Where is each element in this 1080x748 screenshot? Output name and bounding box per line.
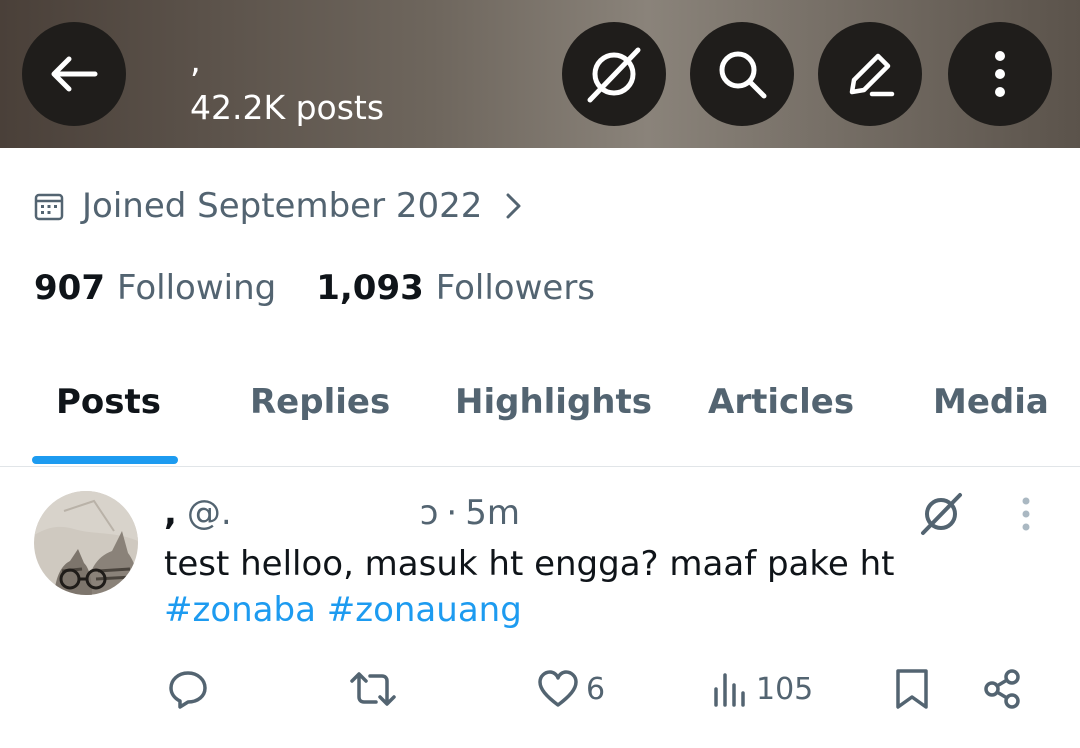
cat-avatar-image <box>34 491 138 595</box>
back-arrow-icon <box>51 56 98 92</box>
avatar[interactable] <box>34 491 138 595</box>
edit-button[interactable] <box>818 22 922 126</box>
post-grok-button[interactable] <box>916 489 966 543</box>
redacted-handle <box>235 496 416 530</box>
post-actions: 6 105 <box>0 663 1080 715</box>
search-icon <box>719 51 767 99</box>
grok-button[interactable] <box>562 22 666 126</box>
tab-replies[interactable]: Replies <box>250 382 390 422</box>
like-count: 6 <box>586 671 606 707</box>
chevron-right-icon <box>506 193 521 219</box>
post-more-button[interactable] <box>1016 495 1036 539</box>
more-options-button[interactable] <box>948 22 1052 126</box>
post-author-name[interactable]: , <box>164 493 177 533</box>
more-vertical-icon <box>995 51 1005 97</box>
reply-button[interactable] <box>166 663 210 715</box>
post-handle-suffix: ɔ <box>419 493 439 533</box>
post-item[interactable]: , @. ɔ · 5m test helloo, masuk ht engga?… <box>0 467 1080 748</box>
more-vertical-icon <box>1022 497 1030 531</box>
post-handle-prefix: @. <box>186 493 232 533</box>
grok-icon <box>921 493 962 535</box>
calendar-icon <box>34 193 64 221</box>
reply-icon <box>169 671 207 709</box>
pencil-icon <box>849 53 895 97</box>
tab-highlights[interactable]: Highlights <box>455 382 652 422</box>
posts-count: 42.2K posts <box>190 88 385 127</box>
repost-button[interactable] <box>348 663 398 715</box>
profile-tabs: Posts Replies Highlights Articles Media <box>0 370 1080 467</box>
following-link[interactable]: 907 Following <box>34 268 276 308</box>
post-text: test helloo, masuk ht engga? maaf pake h… <box>164 541 1054 633</box>
share-button[interactable] <box>980 663 1024 715</box>
heart-icon <box>538 670 578 707</box>
post-body: test helloo, masuk ht engga? maaf pake h… <box>164 544 895 584</box>
back-button[interactable] <box>22 22 126 126</box>
tab-posts[interactable]: Posts <box>56 382 161 422</box>
following-label: Following <box>116 268 277 308</box>
views-button[interactable]: 105 <box>710 663 813 715</box>
post-meta: , @. ɔ · 5m <box>164 491 520 535</box>
hashtag-link[interactable]: #zonaba <box>164 590 316 630</box>
meta-separator: · <box>446 493 458 533</box>
following-count: 907 <box>34 268 105 308</box>
joined-date-row[interactable]: Joined September 2022 <box>34 180 524 232</box>
joined-date: Joined September 2022 <box>82 186 483 226</box>
follow-stats: 907 Following 1,093 Followers <box>34 262 595 314</box>
repost-icon <box>350 672 396 706</box>
post-time[interactable]: 5m <box>465 493 520 533</box>
followers-link[interactable]: 1,093 Followers <box>316 268 595 308</box>
profile-header-banner: , 42.2K posts <box>0 0 1080 148</box>
tab-articles[interactable]: Articles <box>708 382 854 422</box>
bookmark-button[interactable] <box>892 663 932 715</box>
view-count: 105 <box>756 671 814 707</box>
followers-count: 1,093 <box>316 268 424 308</box>
views-bar-chart-icon <box>714 673 745 707</box>
share-icon <box>984 669 1020 709</box>
tab-media[interactable]: Media <box>933 382 1049 422</box>
bookmark-icon <box>896 669 928 709</box>
followers-label: Followers <box>435 268 596 308</box>
hashtag-link[interactable]: #zonauang <box>327 590 522 630</box>
active-tab-indicator <box>32 456 178 464</box>
grok-icon <box>587 47 641 103</box>
profile-name: , <box>190 41 201 81</box>
search-button[interactable] <box>690 22 794 126</box>
like-button[interactable]: 6 <box>536 663 605 715</box>
